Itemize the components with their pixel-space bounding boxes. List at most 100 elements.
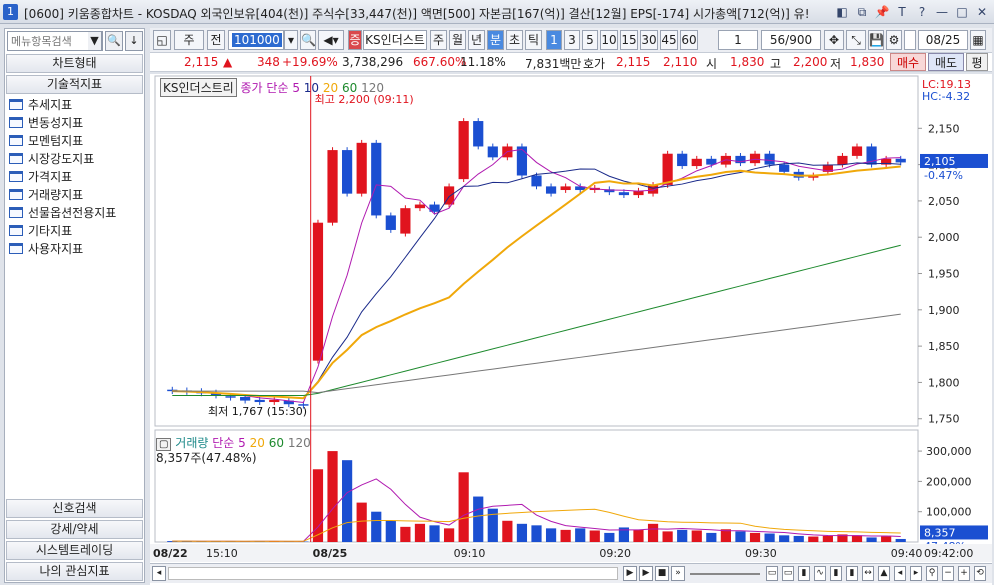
- indicator-folder-item[interactable]: 선물옵션전용지표: [9, 203, 116, 221]
- maximize-button[interactable]: □: [954, 4, 970, 20]
- scroll-track[interactable]: [168, 567, 618, 580]
- count-select[interactable]: 1: [718, 30, 758, 50]
- pin-layout-icon[interactable]: ◧: [834, 4, 850, 20]
- folder-icon: [9, 224, 23, 236]
- code-input[interactable]: 101000: [228, 30, 284, 50]
- period-tab[interactable]: 월: [449, 30, 466, 50]
- prev-button[interactable]: 전: [207, 30, 225, 50]
- zoom-out-icon[interactable]: ⚲: [926, 566, 938, 581]
- candle-body: [312, 222, 324, 361]
- candle-body: [487, 146, 498, 158]
- chart-scrollbar[interactable]: ◂ ▶ ▶ ■ » ▭ ▭ ▮ ∿ ▮ ▮ ↔ ▲ ◂ ▸ ⚲ − + ⟲: [150, 563, 992, 583]
- pin-icon[interactable]: 📌: [874, 4, 890, 20]
- my-indicators-button[interactable]: 나의 관심지표: [6, 562, 143, 581]
- period-tab[interactable]: 년: [468, 30, 485, 50]
- zoom-minus-icon[interactable]: −: [942, 566, 954, 581]
- sound-icon[interactable]: ◀▾: [318, 30, 344, 50]
- triangle-icon[interactable]: ▲: [878, 566, 890, 581]
- candlestick-chart[interactable]: 2,1502,1002,0502,0001,9501,9001,8501,800…: [150, 74, 992, 563]
- favorite-icon[interactable]: 증: [348, 30, 362, 50]
- zoom-plus-icon[interactable]: +: [958, 566, 970, 581]
- time-axis: [150, 544, 992, 562]
- scroll-left-icon[interactable]: ◂: [152, 566, 166, 581]
- date-input[interactable]: 08/25: [918, 30, 968, 50]
- interval-tab[interactable]: 10: [600, 30, 618, 50]
- period-tab[interactable]: 분: [487, 30, 504, 50]
- type-select[interactable]: 주: [174, 30, 204, 50]
- bookmark-icon[interactable]: ◱: [153, 30, 171, 50]
- sell-button[interactable]: 매도: [928, 53, 964, 71]
- search-dropdown-button[interactable]: ▼: [88, 31, 102, 51]
- trend-icon[interactable]: ⤡: [846, 30, 866, 50]
- speed-slider[interactable]: [690, 573, 760, 575]
- calendar-icon[interactable]: ▦: [970, 30, 986, 50]
- indicator-folder-item[interactable]: 시장강도지표: [9, 149, 116, 167]
- volume-bar: [443, 528, 455, 542]
- indicator-folder-item[interactable]: 추세지표: [9, 95, 116, 113]
- indicator-folder-label: 추세지표: [28, 97, 73, 112]
- indicator-folder-item[interactable]: 사용자지표: [9, 239, 116, 257]
- code-dropdown-icon[interactable]: ▾: [284, 30, 298, 50]
- avg-button[interactable]: 평: [966, 53, 988, 71]
- folder-icon: [9, 152, 23, 164]
- interval-tab[interactable]: 45: [660, 30, 678, 50]
- interval-tab[interactable]: 60: [680, 30, 698, 50]
- price-chart-panel[interactable]: 2,1502,1002,0502,0001,9501,9001,8501,800…: [150, 74, 992, 585]
- bull-bear-button[interactable]: 강세/약세: [6, 520, 143, 539]
- play-icon[interactable]: ▶: [639, 566, 653, 581]
- play-prev-icon[interactable]: ▶: [623, 566, 637, 581]
- bar-count[interactable]: 56/900: [761, 30, 821, 50]
- search-icon[interactable]: 🔍: [105, 31, 123, 51]
- folder-icon: [9, 134, 23, 146]
- indicator-folder-item[interactable]: 모멘텀지표: [9, 131, 116, 149]
- interval-tab[interactable]: 5: [582, 30, 598, 50]
- indicator-folder-item[interactable]: 기타지표: [9, 221, 116, 239]
- reset-icon[interactable]: ⟲: [974, 566, 986, 581]
- wave-icon[interactable]: ∿: [814, 566, 826, 581]
- volume-readout: 8,357주(47.48%): [156, 451, 257, 465]
- chart-type-header[interactable]: 차트형태: [6, 54, 143, 73]
- system-trading-button[interactable]: 시스템트레이딩: [6, 541, 143, 560]
- indicator-folder-item[interactable]: 가격지표: [9, 167, 116, 185]
- candle-body: [662, 153, 673, 185]
- indicator-folder-item[interactable]: 변동성지표: [9, 113, 116, 131]
- interval-tab[interactable]: 3: [564, 30, 580, 50]
- link-icon[interactable]: ⧉: [854, 4, 870, 20]
- step-back-icon[interactable]: ◂: [894, 566, 906, 581]
- buy-button[interactable]: 매수: [890, 53, 926, 71]
- close-button[interactable]: ✕: [974, 4, 990, 20]
- down-arrow-icon[interactable]: ↓: [125, 31, 143, 51]
- cross-icon[interactable]: ✥: [824, 30, 844, 50]
- period-tab[interactable]: 틱: [525, 30, 542, 50]
- folder-icon: [9, 116, 23, 128]
- technical-indicator-header[interactable]: 기술적지표: [6, 75, 143, 94]
- minimize-button[interactable]: —: [934, 4, 950, 20]
- period-tab[interactable]: 초: [506, 30, 523, 50]
- indicator-folder-label: 변동성지표: [28, 115, 84, 130]
- period-tab[interactable]: 주: [430, 30, 447, 50]
- step-forward-icon[interactable]: ▸: [910, 566, 922, 581]
- quote-bar: 2,115 ▲ 348 +19.69% 3,738,296 667.60% 11…: [150, 52, 992, 72]
- bars-icon[interactable]: ▮: [798, 566, 810, 581]
- fast-forward-icon[interactable]: »: [671, 566, 685, 581]
- time-label: 09:10: [454, 547, 486, 560]
- zoom-icon[interactable]: ▭: [782, 566, 794, 581]
- stop-icon[interactable]: ■: [655, 566, 669, 581]
- volume-bar: [691, 530, 702, 542]
- interval-tab[interactable]: 1: [546, 30, 562, 50]
- signal-search-button[interactable]: 신호검색: [6, 499, 143, 518]
- arrows-icon[interactable]: ↔: [862, 566, 874, 581]
- search-icon[interactable]: 🔍: [300, 30, 316, 50]
- zoom-area-icon[interactable]: ▭: [766, 566, 778, 581]
- interval-tab[interactable]: 30: [640, 30, 658, 50]
- save-icon[interactable]: 💾: [868, 30, 884, 50]
- candle-body: [779, 164, 790, 172]
- gear-icon[interactable]: ⚙: [886, 30, 902, 50]
- indicator-folder-item[interactable]: 거래량지표: [9, 185, 116, 203]
- bars2-icon[interactable]: ▮: [830, 566, 842, 581]
- bars3-icon[interactable]: ▮: [846, 566, 858, 581]
- interval-tab[interactable]: 15: [620, 30, 638, 50]
- help-icon[interactable]: ?: [914, 4, 930, 20]
- date-checkbox[interactable]: [904, 30, 916, 50]
- font-icon[interactable]: T: [894, 4, 910, 20]
